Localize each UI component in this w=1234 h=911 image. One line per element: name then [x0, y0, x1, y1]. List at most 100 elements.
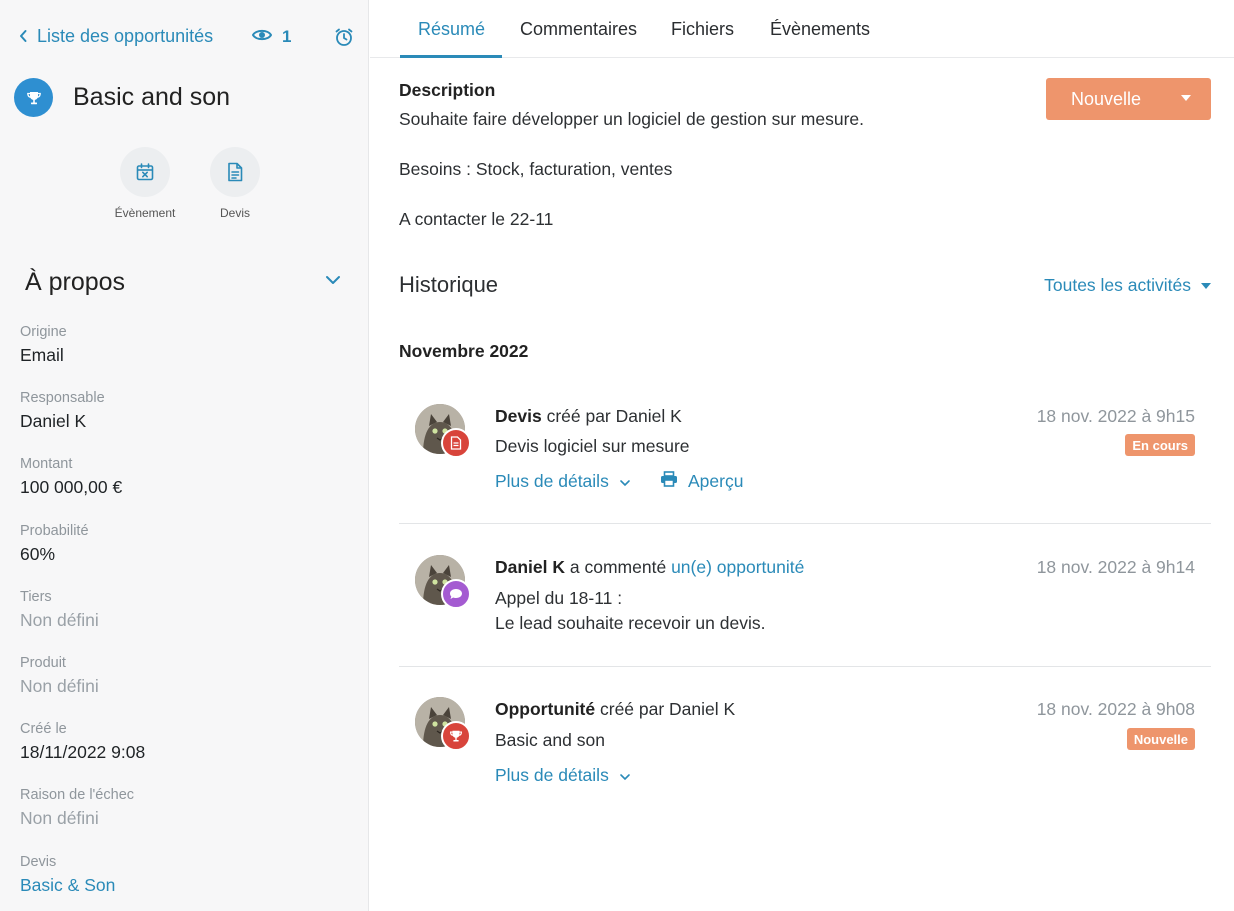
tab-resume[interactable]: Résumé — [418, 19, 485, 40]
description-label: Description — [399, 80, 496, 100]
entry-title: Devis créé par Daniel K — [495, 406, 682, 427]
watchers-count: 1 — [282, 27, 292, 46]
calendar-x-icon — [120, 147, 170, 197]
month-heading: Novembre 2022 — [399, 341, 529, 361]
entry-title-rest: a commenté — [565, 557, 672, 577]
quote-link[interactable]: Basic & Son — [20, 873, 350, 897]
preview-label: Aperçu — [688, 471, 744, 491]
entry-title-rest: créé par Daniel K — [595, 699, 736, 719]
caret-down-icon — [1181, 95, 1191, 101]
opportunity-link[interactable]: un(e) opportunité — [671, 557, 804, 577]
field-value: Non défini — [20, 609, 99, 630]
field-value: Daniel K — [20, 411, 87, 432]
field-value: Email — [20, 345, 64, 365]
field-label: Créé le — [20, 721, 67, 738]
add-quote-label: Devis — [219, 206, 250, 220]
watchers-button[interactable]: 1 — [251, 27, 292, 47]
opportunity-header: Basic and son — [14, 78, 230, 117]
status-button-label: Nouvelle — [1071, 88, 1142, 109]
document-icon — [441, 428, 471, 458]
alarm-clock-icon[interactable] — [334, 27, 354, 47]
field-responsable: Responsable Daniel K — [20, 389, 350, 455]
field-value: 60% — [20, 543, 56, 564]
field-label: Tiers — [20, 588, 52, 605]
main-panel: Résumé Commentaires Fichiers Évènements … — [370, 0, 1234, 911]
comment-line: Appel du 18-11 : — [495, 588, 623, 608]
entry-text: Basic and son — [495, 730, 605, 750]
about-section-title: À propos — [25, 268, 126, 296]
sidebar: Liste des opportunités 1 Basic and son É… — [0, 0, 369, 911]
back-to-list-link[interactable]: Liste des opportunités — [18, 26, 213, 47]
field-label: Probabilité — [20, 522, 89, 539]
description-line: A contacter le 22-11 — [399, 209, 554, 229]
about-fields: Origine Email Responsable Daniel K Monta… — [20, 323, 350, 911]
entry-title: Opportunité créé par Daniel K — [495, 699, 735, 720]
trophy-icon — [441, 721, 471, 751]
field-probabilite: Probabilité 60% — [20, 522, 350, 588]
add-quote-button[interactable]: Devis — [202, 147, 268, 220]
more-details-link[interactable]: Plus de détails — [495, 471, 631, 492]
comment-line: Le lead souhaite recevoir un devis. — [495, 613, 766, 633]
history-entry: Devis créé par Daniel K 18 nov. 2022 à 9… — [399, 382, 1211, 524]
field-produit: Produit Non défini — [20, 654, 350, 720]
entry-title-rest: créé par Daniel K — [541, 406, 682, 426]
preview-link[interactable]: Aperçu — [660, 471, 743, 492]
field-label: Devis — [20, 853, 57, 870]
activity-filter-dropdown[interactable]: Toutes les activités — [1044, 275, 1211, 296]
status-dropdown-button[interactable]: Nouvelle — [1046, 78, 1211, 120]
comment-icon — [441, 579, 471, 609]
field-value: Non défini — [20, 808, 99, 829]
page-title: Basic and son — [73, 83, 231, 111]
tab-bar: Résumé Commentaires Fichiers Évènements — [370, 0, 1234, 58]
description-line: Besoins : Stock, facturation, ventes — [399, 159, 673, 179]
chevron-down-icon[interactable] — [323, 270, 343, 290]
chevron-left-icon — [18, 28, 28, 46]
entry-title-subject: Opportunité — [495, 699, 596, 719]
entry-text: Devis logiciel sur mesure — [495, 436, 690, 456]
document-icon — [210, 147, 260, 197]
entry-title-subject: Devis — [495, 406, 542, 426]
tab-evenements[interactable]: Évènements — [770, 19, 870, 40]
more-details-label: Plus de détails — [495, 471, 609, 491]
add-event-button[interactable]: Évènement — [112, 147, 178, 220]
caret-down-icon — [1201, 282, 1211, 289]
entry-date: 18 nov. 2022 à 9h14 — [1036, 557, 1195, 577]
history-entry: Opportunité créé par Daniel K 18 nov. 20… — [399, 667, 1211, 807]
entry-date: 18 nov. 2022 à 9h08 — [1036, 699, 1195, 719]
quick-actions: Évènement Devis — [112, 147, 268, 220]
chevron-down-icon — [619, 765, 631, 786]
field-value: 18/11/2022 9:08 — [20, 742, 146, 763]
tab-commentaires[interactable]: Commentaires — [520, 19, 637, 40]
status-badge: En cours — [1125, 434, 1195, 456]
eye-icon — [251, 27, 273, 47]
add-event-label: Évènement — [114, 206, 176, 220]
status-badge: Nouvelle — [1126, 728, 1195, 750]
field-label: Produit — [20, 654, 66, 671]
field-value: 100 000,00 € — [20, 477, 123, 498]
tab-fichiers[interactable]: Fichiers — [671, 19, 734, 40]
field-value: Non défini — [20, 675, 99, 696]
field-label: Montant — [20, 456, 73, 473]
field-cree-le: Créé le 18/11/2022 9:08 — [20, 720, 350, 786]
field-label: Raison de l'échec — [20, 787, 135, 804]
chevron-down-icon — [619, 471, 631, 492]
field-montant: Montant 100 000,00 € — [20, 455, 350, 521]
entry-date: 18 nov. 2022 à 9h15 — [1036, 406, 1195, 426]
field-devis: Devis Basic & Son — [20, 853, 350, 911]
field-label: Origine — [20, 324, 67, 340]
field-raison-echec: Raison de l'échec Non défini — [20, 786, 350, 852]
entry-title: Daniel K a commenté un(e) opportunité — [495, 557, 804, 578]
printer-icon — [660, 471, 678, 492]
history-title: Historique — [399, 272, 499, 297]
back-link-label: Liste des opportunités — [37, 26, 214, 46]
field-tiers: Tiers Non défini — [20, 588, 350, 654]
field-label: Responsable — [20, 390, 105, 407]
more-details-link[interactable]: Plus de détails — [495, 765, 631, 786]
trophy-icon — [14, 78, 53, 117]
active-tab-indicator — [400, 55, 502, 58]
history-entry: Daniel K a commenté un(e) opportunité 18… — [399, 525, 1211, 667]
activity-filter-label: Toutes les activités — [1044, 275, 1191, 295]
more-details-label: Plus de détails — [495, 765, 609, 785]
description-line: Souhaite faire développer un logiciel de… — [399, 109, 865, 129]
entry-title-author: Daniel K — [495, 557, 566, 577]
